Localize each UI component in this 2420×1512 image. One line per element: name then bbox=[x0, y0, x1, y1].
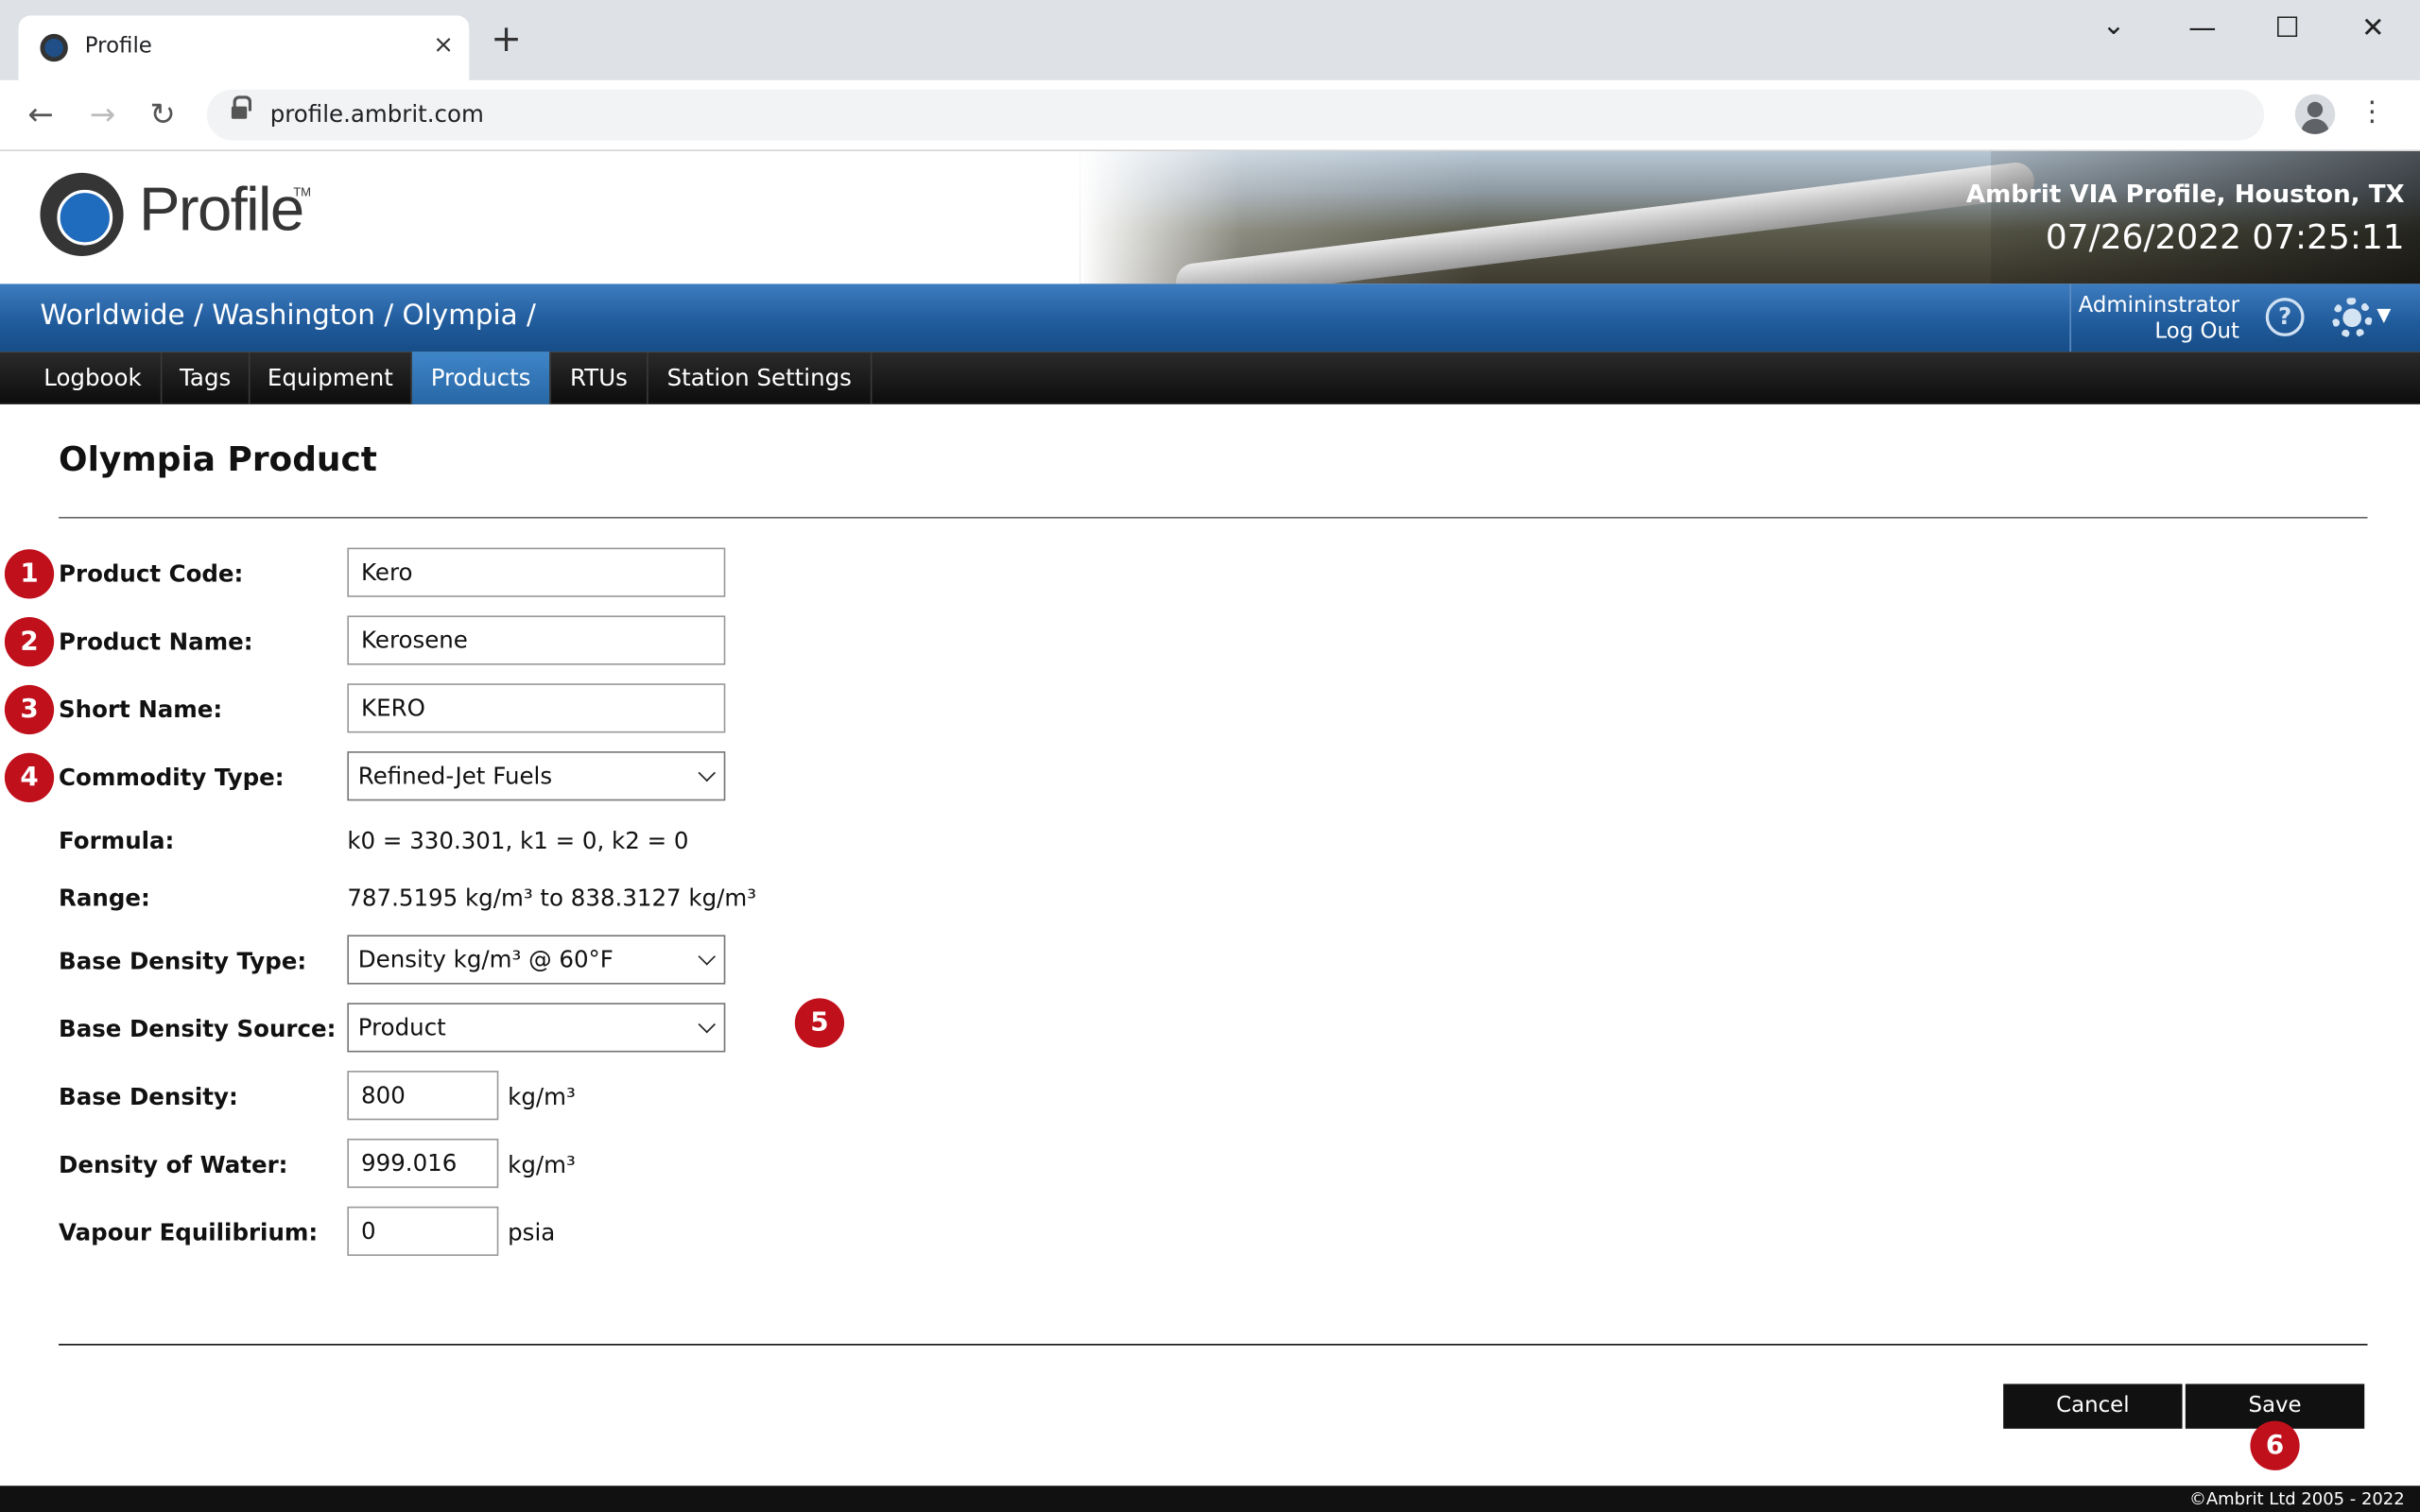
chevron-down-icon bbox=[698, 1015, 716, 1034]
url-text: profile.ambrit.com bbox=[269, 100, 484, 129]
commodity-type-value: Refined-Jet Fuels bbox=[357, 762, 553, 790]
annotation-marker-3: 3 bbox=[4, 684, 55, 735]
annotation-marker-2: 2 bbox=[4, 617, 55, 667]
product-code-label: Product Code: bbox=[59, 559, 244, 589]
annotation-marker-4: 4 bbox=[4, 752, 55, 802]
commodity-type-label: Commodity Type: bbox=[59, 764, 285, 792]
breadcrumb-item-washington[interactable]: Washington bbox=[212, 300, 375, 332]
short-name-label: Short Name: bbox=[59, 696, 223, 724]
range-value: 787.5195 kg/m³ to 838.3127 kg/m³ bbox=[347, 884, 757, 912]
chevron-down-icon bbox=[698, 948, 716, 966]
browser-toolbar: ← → ↻ profile.ambrit.com ⋮ bbox=[0, 79, 2420, 151]
logo-text: Profile bbox=[138, 176, 304, 244]
product-name-input[interactable]: Kerosene bbox=[347, 615, 726, 665]
tab-rtus[interactable]: RTUs bbox=[551, 352, 648, 404]
vapour-equilibrium-input[interactable]: 0 bbox=[347, 1206, 499, 1256]
user-box: Admininstrator Log Out bbox=[2069, 284, 2252, 352]
app-window: Profile × + ⌄ — ☐ ✕ ← → ↻ profile.ambrit… bbox=[0, 0, 2420, 1512]
divider bbox=[59, 1344, 2368, 1346]
density-of-water-input[interactable]: 999.016 bbox=[347, 1138, 499, 1189]
product-code-input[interactable]: Kero bbox=[347, 547, 726, 597]
tab-tags[interactable]: Tags bbox=[162, 352, 251, 404]
clock: 07/26/2022 07:25:11 bbox=[2045, 218, 2405, 258]
help-icon[interactable]: ? bbox=[2265, 298, 2305, 336]
vapour-equilibrium-unit: psia bbox=[508, 1218, 556, 1247]
breadcrumb: Worldwide / Washington / Olympia / bbox=[40, 300, 535, 332]
tab-station-settings[interactable]: Station Settings bbox=[648, 352, 873, 404]
browser-tab-strip: Profile × + ⌄ — ☐ ✕ bbox=[0, 0, 2420, 80]
annotation-marker-1: 1 bbox=[4, 549, 55, 599]
close-window-button[interactable]: ✕ bbox=[2361, 12, 2385, 44]
divider bbox=[59, 516, 2368, 519]
lock-icon bbox=[231, 95, 252, 122]
base-density-type-value: Density kg/m³ @ 60°F bbox=[357, 945, 614, 974]
site-name: Ambrit VIA Profile, Houston, TX bbox=[1965, 179, 2405, 209]
base-density-label: Base Density: bbox=[59, 1083, 238, 1111]
breadcrumb-separator: / bbox=[374, 299, 403, 333]
base-density-source-label: Base Density Source: bbox=[59, 1015, 337, 1043]
gear-icon[interactable] bbox=[2331, 298, 2373, 338]
breadcrumb-separator: / bbox=[517, 299, 536, 333]
base-density-source-select[interactable]: Product bbox=[347, 1003, 726, 1053]
base-density-type-label: Base Density Type: bbox=[59, 947, 307, 975]
profile-avatar-icon[interactable] bbox=[2294, 94, 2336, 135]
browser-tab[interactable]: Profile × bbox=[18, 15, 470, 80]
address-bar[interactable]: profile.ambrit.com bbox=[206, 89, 2265, 141]
app-header: Profile TM Ambrit VIA Profile, Houston, … bbox=[0, 150, 2420, 284]
back-arrow-icon[interactable]: ← bbox=[27, 95, 53, 132]
base-density-source-value: Product bbox=[357, 1013, 446, 1042]
logo-trademark: TM bbox=[293, 184, 312, 199]
short-name-input[interactable]: KERO bbox=[347, 683, 726, 733]
annotation-marker-5: 5 bbox=[794, 998, 845, 1048]
maximize-button[interactable]: ☐ bbox=[2275, 12, 2300, 44]
reload-icon[interactable]: ↻ bbox=[149, 95, 175, 132]
tab-logbook[interactable]: Logbook bbox=[25, 352, 163, 404]
range-label: Range: bbox=[59, 884, 150, 912]
main-nav: Logbook Tags Equipment Products RTUs Sta… bbox=[0, 352, 2420, 404]
tab-search-icon[interactable]: ⌄ bbox=[2102, 9, 2126, 42]
base-density-unit: kg/m³ bbox=[508, 1083, 576, 1111]
breadcrumb-bar: Worldwide / Washington / Olympia / Admin… bbox=[0, 284, 2420, 352]
vapour-equilibrium-label: Vapour Equilibrium: bbox=[59, 1218, 319, 1247]
breadcrumb-item-worldwide[interactable]: Worldwide bbox=[40, 300, 184, 332]
formula-label: Formula: bbox=[59, 827, 175, 855]
chevron-down-icon bbox=[698, 764, 716, 782]
cancel-button[interactable]: Cancel bbox=[2003, 1383, 2183, 1429]
base-density-type-select[interactable]: Density kg/m³ @ 60°F bbox=[347, 935, 726, 985]
tab-equipment[interactable]: Equipment bbox=[250, 352, 412, 404]
caret-down-icon[interactable]: ▼ bbox=[2377, 304, 2391, 326]
minimize-button[interactable]: — bbox=[2188, 12, 2216, 44]
profile-logo-icon bbox=[40, 172, 124, 257]
commodity-type-select[interactable]: Refined-Jet Fuels bbox=[347, 751, 726, 801]
new-tab-button[interactable]: + bbox=[491, 20, 522, 57]
forward-arrow-icon[interactable]: → bbox=[90, 95, 115, 132]
tab-title: Profile bbox=[84, 33, 152, 60]
base-density-input[interactable]: 800 bbox=[347, 1071, 499, 1121]
user-name: Admininstrator bbox=[2078, 293, 2239, 318]
density-of-water-unit: kg/m³ bbox=[508, 1150, 576, 1179]
product-name-label: Product Name: bbox=[59, 627, 253, 656]
copyright-text: ©Ambrit Ltd 2005 - 2022 bbox=[2188, 1488, 2405, 1509]
page-title: Olympia Product bbox=[59, 440, 377, 480]
banner-shade bbox=[1991, 150, 2420, 284]
tab-products[interactable]: Products bbox=[411, 352, 551, 404]
favicon-icon bbox=[40, 33, 68, 62]
breadcrumb-separator: / bbox=[184, 299, 213, 333]
tab-close-icon[interactable]: × bbox=[433, 29, 454, 59]
density-of-water-label: Density of Water: bbox=[59, 1150, 288, 1179]
footer: ©Ambrit Ltd 2005 - 2022 bbox=[0, 1486, 2420, 1512]
formula-value: k0 = 330.301, k1 = 0, k2 = 0 bbox=[347, 827, 689, 855]
browser-menu-icon[interactable]: ⋮ bbox=[2359, 95, 2386, 128]
breadcrumb-item-olympia[interactable]: Olympia bbox=[403, 300, 518, 332]
annotation-marker-6: 6 bbox=[2250, 1420, 2300, 1470]
logout-link[interactable]: Log Out bbox=[2154, 319, 2239, 344]
